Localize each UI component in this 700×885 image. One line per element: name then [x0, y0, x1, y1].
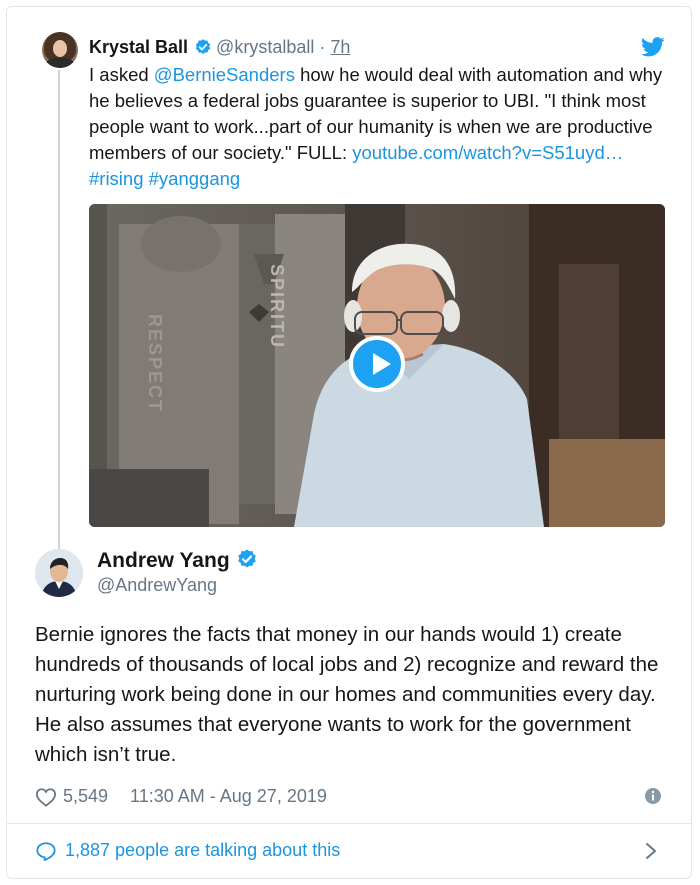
hashtag-rising[interactable]: #rising [89, 168, 144, 189]
main-author-handle[interactable]: @AndrewYang [97, 575, 217, 596]
footer-divider [7, 823, 691, 824]
video-wall-text-spirit: SPIRITU [267, 264, 287, 349]
main-tweet-text: Bernie ignores the facts that money in o… [35, 623, 659, 766]
speech-bubble-icon [36, 841, 56, 861]
twitter-bird-icon[interactable] [641, 37, 665, 57]
conversation-link[interactable]: 1,887 people are talking about this [35, 840, 340, 861]
video-player[interactable]: SPIRITU RESPECT [89, 204, 665, 527]
verified-badge-icon [237, 549, 256, 568]
youtube-link[interactable]: youtube.com/watch?v=S51uyd… [352, 142, 623, 163]
tweet-meta-row: 5,549 11:30 AM - Aug 27, 2019 [35, 786, 327, 807]
video-wall-text-respect: RESPECT [145, 314, 165, 413]
thread-connector-line [58, 70, 60, 550]
hashtag-yanggang[interactable]: #yanggang [149, 168, 241, 189]
main-author-name-row: Andrew Yang [97, 548, 262, 574]
chevron-right-icon[interactable] [644, 842, 658, 860]
quoted-text-part-1: I asked [89, 64, 154, 85]
info-icon[interactable] [644, 787, 662, 805]
quoted-author-avatar[interactable] [42, 32, 78, 68]
mention-link[interactable]: @BernieSanders [154, 64, 295, 85]
heart-icon[interactable] [35, 787, 57, 807]
play-icon[interactable] [349, 336, 405, 392]
quoted-tweet-text: I asked @BernieSanders how he would deal… [89, 62, 669, 192]
talking-count-text[interactable]: 1,887 people are talking about this [65, 840, 340, 861]
quoted-author-name[interactable]: Krystal Ball [89, 37, 188, 57]
likes-count[interactable]: 5,549 [63, 786, 108, 807]
tweet-timestamp[interactable]: 11:30 AM - Aug 27, 2019 [130, 786, 327, 807]
time-separator: · [319, 37, 326, 57]
verified-badge-icon [195, 39, 211, 54]
quoted-tweet-time[interactable]: 7h [330, 37, 350, 57]
quoted-tweet-header: Krystal Ball @krystalball · 7h [89, 36, 350, 58]
quoted-author-handle[interactable]: @krystalball [216, 37, 314, 57]
main-author-name[interactable]: Andrew Yang [97, 549, 230, 572]
main-author-avatar[interactable] [35, 549, 83, 597]
